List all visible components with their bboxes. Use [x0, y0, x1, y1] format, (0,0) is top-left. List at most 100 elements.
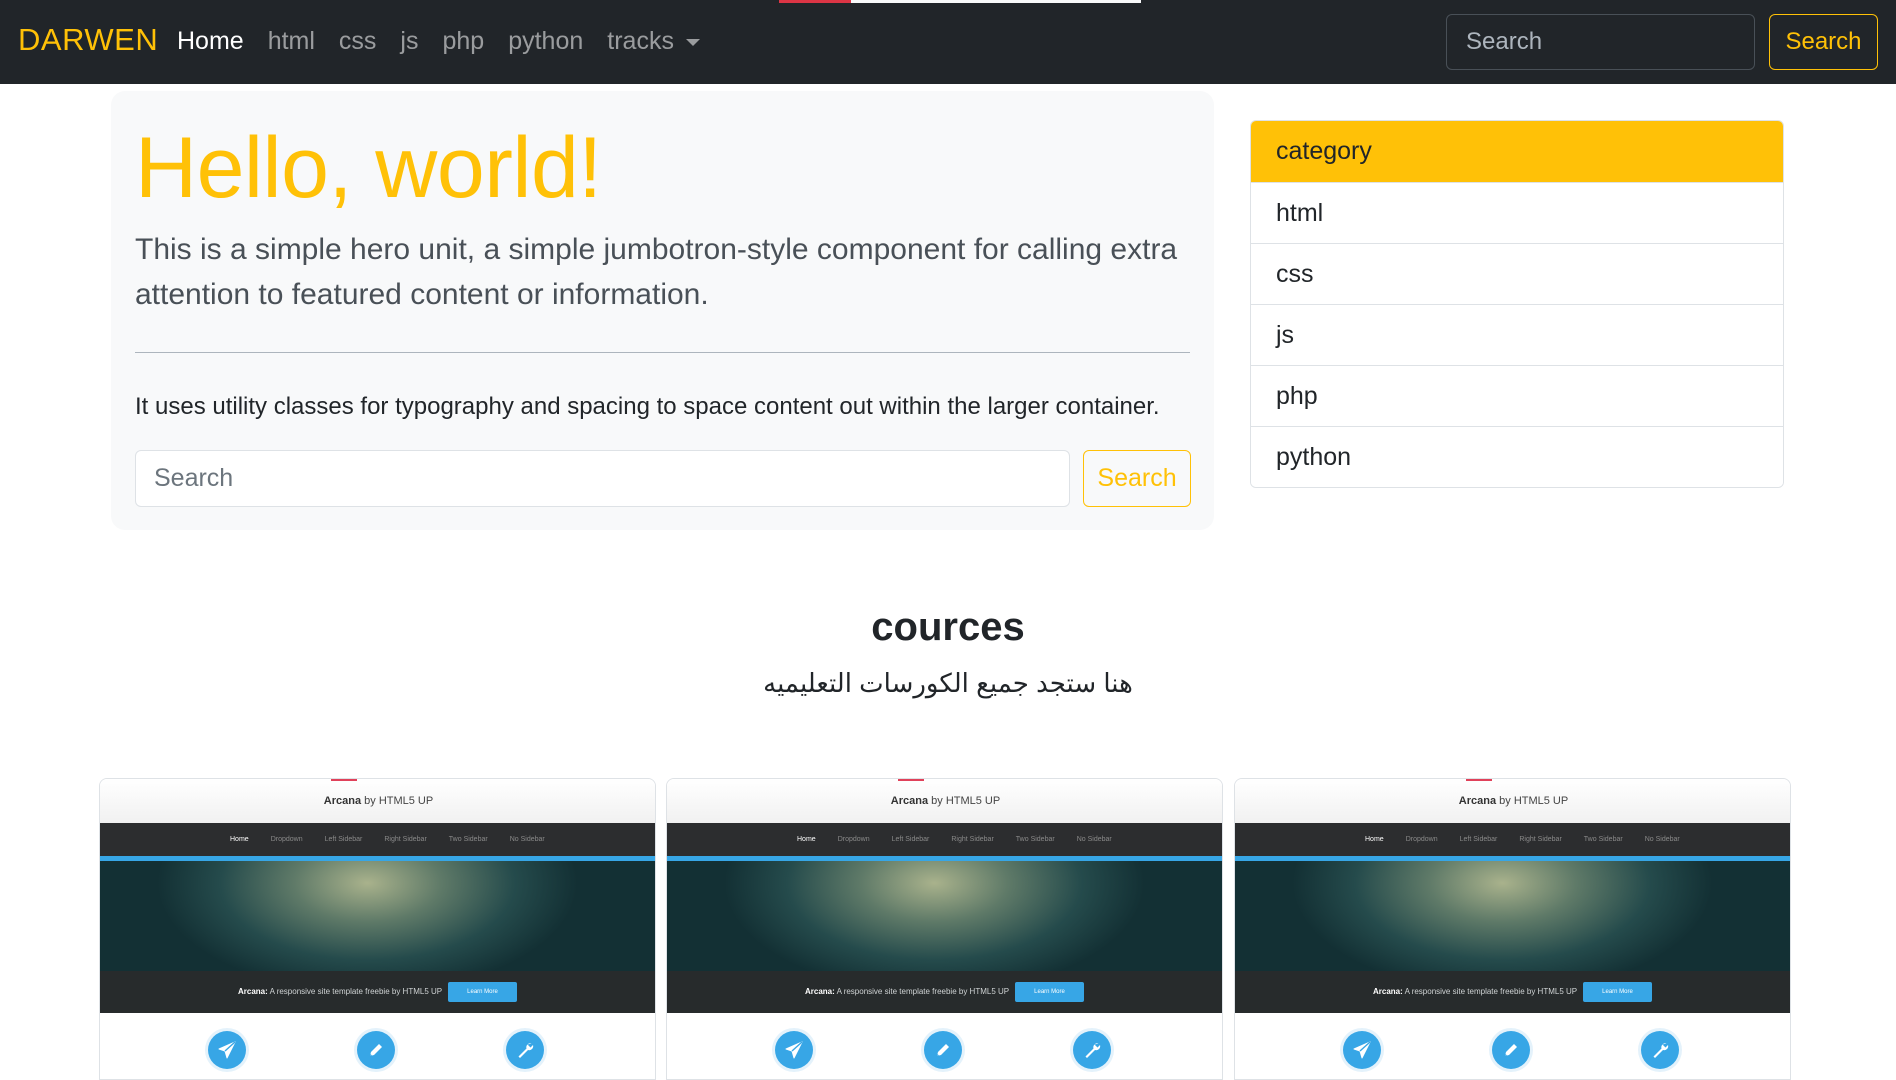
thumbnail-nav-item: Two Sidebar	[1015, 836, 1055, 843]
category-item-js[interactable]: js	[1251, 304, 1783, 365]
thumbnail-nav: Home Dropdown Left Sidebar Right Sidebar…	[1235, 823, 1790, 856]
course-card[interactable]: Arcana by HTML5 UP Home Dropdown Left Si…	[666, 778, 1223, 1080]
caret-down-icon	[685, 38, 700, 46]
jumbotron: Hello, world! This is a simple hero unit…	[111, 91, 1214, 530]
loading-progress-red	[779, 0, 851, 3]
card-icons	[100, 1013, 655, 1079]
thumbnail-accent-line	[331, 779, 357, 781]
thumbnail-banner-name: Arcana:	[238, 987, 268, 996]
thumbnail-hero-image	[100, 861, 655, 971]
thumbnail-nav-item: Right Sidebar	[384, 836, 427, 843]
thumbnail-nav-item: Left Sidebar	[891, 836, 930, 843]
nav-link-css[interactable]: css	[339, 27, 377, 56]
nav-links: Home html css js php python tracks	[177, 27, 724, 56]
nav-link-js[interactable]: js	[400, 27, 418, 56]
thumbnail-nav-item: Right Sidebar	[1519, 836, 1562, 843]
navbar-search-button[interactable]: Search	[1769, 14, 1878, 70]
thumbnail-banner: Arcana: A responsive site template freeb…	[1235, 971, 1790, 1013]
course-card[interactable]: Arcana by HTML5 UP Home Dropdown Left Si…	[1234, 778, 1791, 1080]
thumbnail-brand-name: Arcana	[890, 795, 929, 807]
thumbnail-brand: Arcana by HTML5 UP	[1235, 795, 1790, 807]
thumbnail-brand-by: by HTML5 UP	[931, 795, 1001, 807]
thumbnail-nav-item: Home	[1365, 836, 1384, 843]
category-item-html[interactable]: html	[1251, 182, 1783, 243]
divider	[135, 352, 1190, 353]
category-item-css[interactable]: css	[1251, 243, 1783, 304]
thumbnail-nav-item: Two Sidebar	[1583, 836, 1623, 843]
wrench-icon[interactable]	[506, 1031, 544, 1069]
thumbnail-banner-desc: A responsive site template freebie by HT…	[1404, 987, 1578, 996]
thumbnail-banner-desc: A responsive site template freebie by HT…	[269, 987, 443, 996]
card-icons	[667, 1013, 1222, 1079]
thumbnail-brand: Arcana by HTML5 UP	[100, 795, 655, 807]
courses-title: cources	[871, 605, 1025, 649]
jumbotron-lead: This is a simple hero unit, a simple jum…	[135, 233, 1178, 311]
thumbnail-nav-item: Left Sidebar	[324, 836, 363, 843]
thumbnail-banner: Arcana: A responsive site template freeb…	[100, 971, 655, 1013]
thumbnail-nav-item: Home	[797, 836, 816, 843]
thumbnail-nav-item: Dropdown	[837, 836, 870, 843]
thumbnail-nav-item: No Sidebar	[1644, 836, 1680, 843]
category-header[interactable]: category	[1251, 121, 1783, 182]
thumbnail-learn-more-button: Learn More	[1015, 982, 1084, 1002]
paper-plane-icon[interactable]	[208, 1031, 246, 1069]
thumbnail-nav-item: Dropdown	[270, 836, 303, 843]
nav-link-php[interactable]: php	[442, 27, 484, 56]
courses-subtitle: هنا ستجد جميع الكورسات التعليميه	[763, 668, 1133, 698]
thumbnail-banner-name: Arcana:	[1373, 987, 1403, 996]
thumbnail-header: Arcana by HTML5 UP	[1235, 779, 1790, 823]
thumbnail-nav-item: Right Sidebar	[951, 836, 994, 843]
category-item-python[interactable]: python	[1251, 426, 1783, 487]
thumbnail-nav: Home Dropdown Left Sidebar Right Sidebar…	[100, 823, 655, 856]
course-thumbnail[interactable]: Arcana by HTML5 UP Home Dropdown Left Si…	[667, 779, 1222, 1013]
pencil-icon[interactable]	[357, 1031, 395, 1069]
thumbnail-hero-image	[667, 861, 1222, 971]
thumbnail-nav-item: Dropdown	[1405, 836, 1438, 843]
thumbnail-accent-line	[1466, 779, 1492, 781]
navbar: DARWEN Home html css js php python track…	[0, 0, 1896, 84]
thumbnail-brand-name: Arcana	[323, 795, 362, 807]
thumbnail-nav-item: No Sidebar	[509, 836, 545, 843]
category-item-php[interactable]: php	[1251, 365, 1783, 426]
wrench-icon[interactable]	[1073, 1031, 1111, 1069]
category-list: category html css js php python	[1250, 120, 1784, 488]
thumbnail-nav-items: Home Dropdown Left Sidebar Right Sidebar…	[230, 836, 567, 843]
card-icons	[1235, 1013, 1790, 1079]
jumbotron-search-button[interactable]: Search	[1083, 450, 1191, 507]
thumbnail-header: Arcana by HTML5 UP	[667, 779, 1222, 823]
nav-link-html[interactable]: html	[268, 27, 315, 56]
thumbnail-learn-more-button: Learn More	[448, 982, 517, 1002]
thumbnail-nav-item: No Sidebar	[1076, 836, 1112, 843]
thumbnail-nav: Home Dropdown Left Sidebar Right Sidebar…	[667, 823, 1222, 856]
thumbnail-nav-items: Home Dropdown Left Sidebar Right Sidebar…	[1365, 836, 1702, 843]
thumbnail-banner: Arcana: A responsive site template freeb…	[667, 971, 1222, 1013]
thumbnail-banner-desc: A responsive site template freebie by HT…	[836, 987, 1010, 996]
thumbnail-header: Arcana by HTML5 UP	[100, 779, 655, 823]
wrench-icon[interactable]	[1641, 1031, 1679, 1069]
thumbnail-brand-name: Arcana	[1458, 795, 1497, 807]
pencil-icon[interactable]	[924, 1031, 962, 1069]
thumbnail-banner-text: Arcana: A responsive site template freeb…	[238, 987, 442, 996]
jumbotron-search-input[interactable]: Search	[135, 450, 1070, 507]
thumbnail-banner-name: Arcana:	[805, 987, 835, 996]
course-thumbnail[interactable]: Arcana by HTML5 UP Home Dropdown Left Si…	[100, 779, 655, 1013]
thumbnail-brand-by: by HTML5 UP	[1499, 795, 1569, 807]
pencil-icon[interactable]	[1492, 1031, 1530, 1069]
thumbnail-banner-text: Arcana: A responsive site template freeb…	[805, 987, 1009, 996]
thumbnail-nav-item: Home	[230, 836, 249, 843]
course-card[interactable]: Arcana by HTML5 UP Home Dropdown Left Si…	[99, 778, 656, 1080]
navbar-search-input[interactable]: Search	[1446, 14, 1755, 70]
course-thumbnail[interactable]: Arcana by HTML5 UP Home Dropdown Left Si…	[1235, 779, 1790, 1013]
paper-plane-icon[interactable]	[1343, 1031, 1381, 1069]
thumbnail-brand: Arcana by HTML5 UP	[667, 795, 1222, 807]
brand-logo[interactable]: DARWEN	[18, 22, 158, 58]
thumbnail-learn-more-button: Learn More	[1583, 982, 1652, 1002]
nav-link-python[interactable]: python	[508, 27, 583, 56]
nav-dropdown-label: tracks	[607, 27, 674, 55]
loading-progress-white	[851, 0, 1141, 3]
nav-link-home[interactable]: Home	[177, 27, 244, 56]
paper-plane-icon[interactable]	[775, 1031, 813, 1069]
thumbnail-banner-text: Arcana: A responsive site template freeb…	[1373, 987, 1577, 996]
nav-dropdown-tracks[interactable]: tracks	[607, 27, 700, 56]
thumbnail-accent-line	[898, 779, 924, 781]
